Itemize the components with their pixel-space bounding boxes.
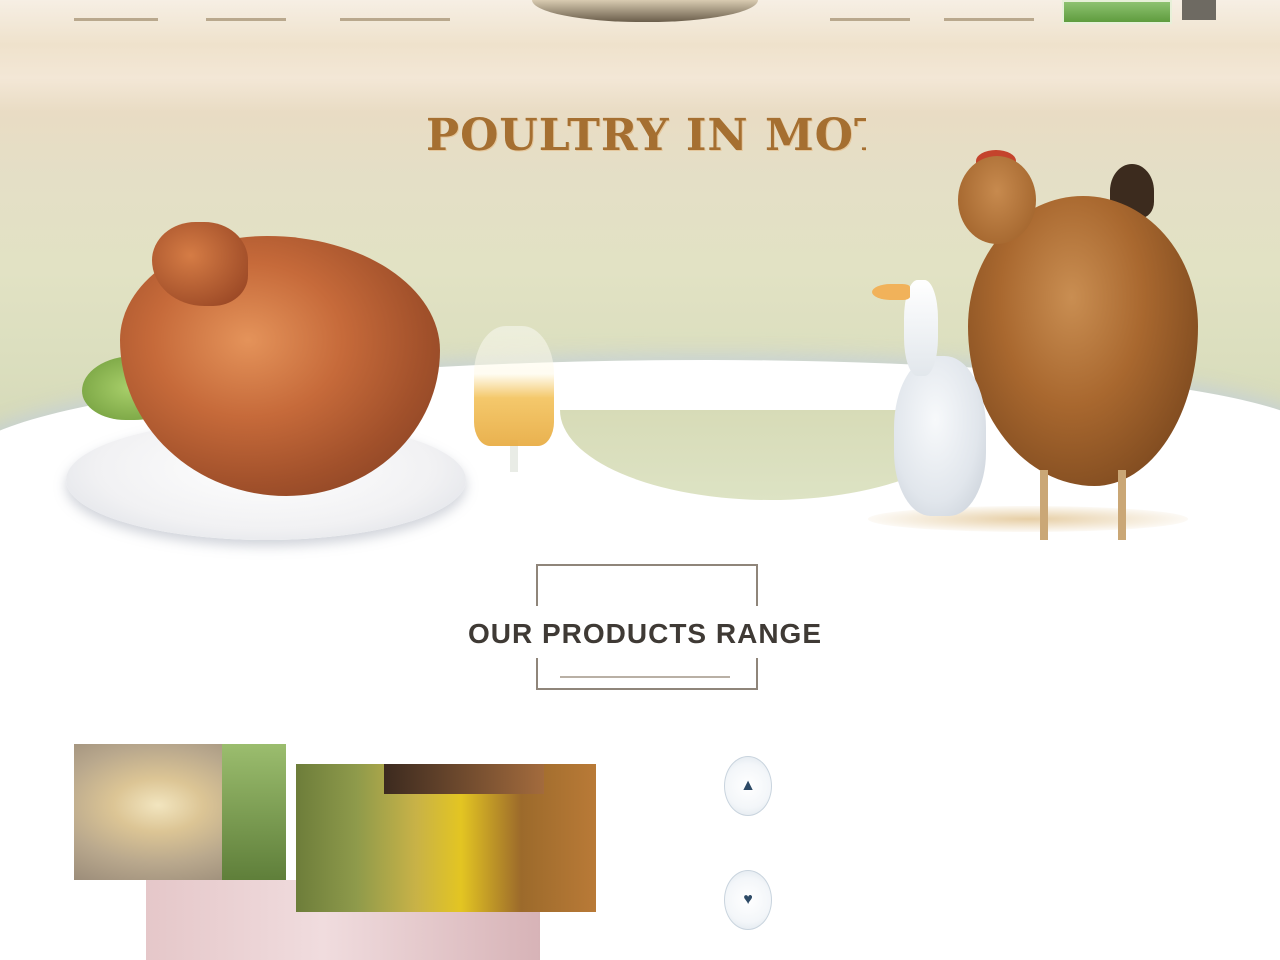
feature-title xyxy=(788,870,988,886)
hero-subtitle xyxy=(418,174,870,190)
site-logo[interactable] xyxy=(532,0,758,22)
section-kicker xyxy=(560,594,730,608)
nav-item-1[interactable] xyxy=(74,2,158,21)
hero-title: POULTRY IN MOTION xyxy=(426,110,866,161)
nav-item-5[interactable] xyxy=(944,2,1034,21)
feature-item-2: ♥ xyxy=(722,870,1222,960)
duck-beak xyxy=(872,284,910,300)
top-navigation xyxy=(0,0,1280,24)
duck-image xyxy=(894,356,986,516)
feature-item-1: ▲ xyxy=(722,756,1222,846)
juice-glass-image xyxy=(474,326,554,446)
product-photo-herbs xyxy=(222,744,286,880)
feature-text xyxy=(794,786,1222,820)
menu-icon[interactable] xyxy=(1182,0,1216,20)
product-photo-bottles xyxy=(384,764,544,794)
nav-item-4[interactable] xyxy=(830,2,910,21)
nav-cta-button[interactable] xyxy=(1062,0,1172,24)
leaf-icon: ▲ xyxy=(724,756,772,816)
section-frame-bottom xyxy=(536,658,758,690)
hen-leg-right xyxy=(1118,470,1126,540)
hen-leg-left xyxy=(1040,470,1048,540)
section-title: OUR PRODUCTS RANGE xyxy=(440,618,850,658)
feature-title xyxy=(788,756,988,772)
hen-head xyxy=(958,156,1036,244)
heart-icon: ♥ xyxy=(724,870,772,930)
feature-text xyxy=(794,900,1222,934)
nav-item-3[interactable] xyxy=(340,2,450,21)
nav-item-2[interactable] xyxy=(206,2,286,21)
section-divider xyxy=(560,676,730,678)
